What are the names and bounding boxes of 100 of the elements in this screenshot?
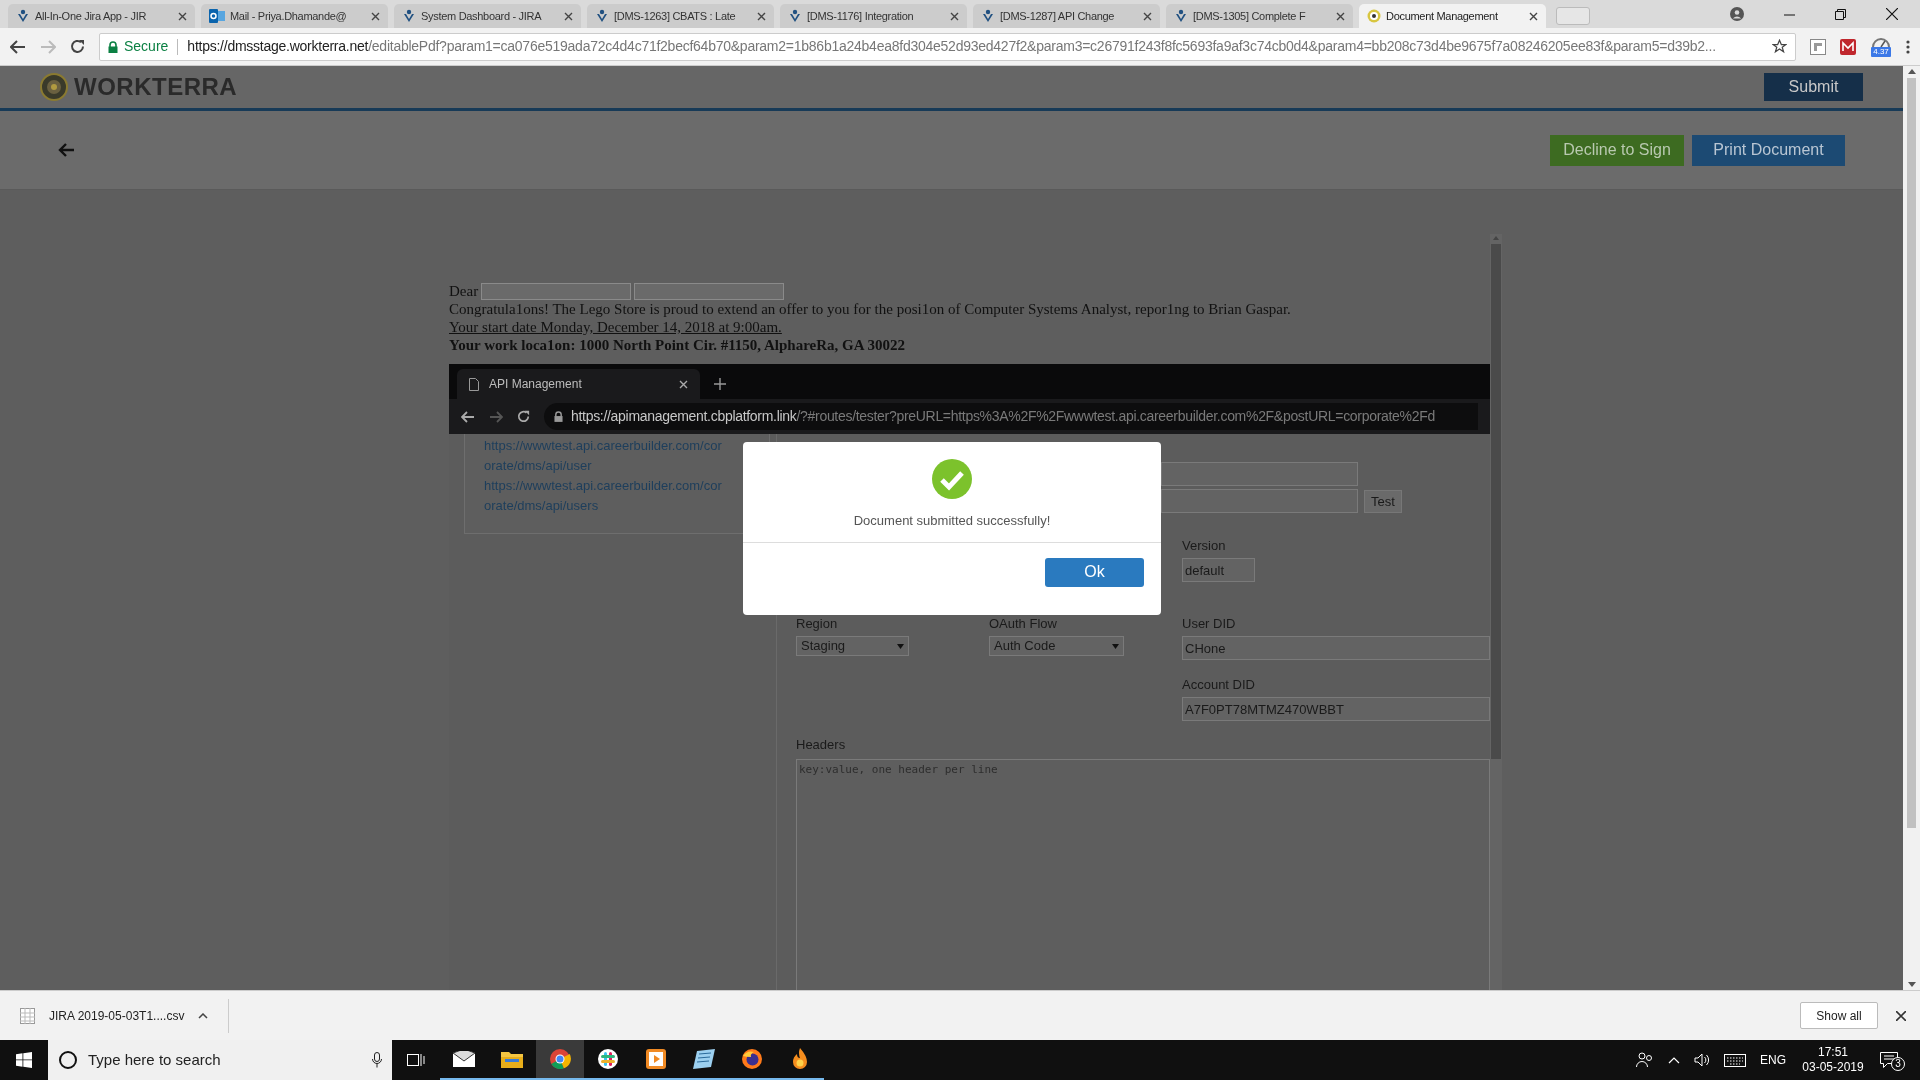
logo-emblem-icon	[40, 73, 68, 101]
search-icon	[58, 1050, 78, 1070]
scrollbar[interactable]	[1490, 234, 1502, 990]
offer-text: Congratula1ons! The Lego Store is proud to extend an offer to you for the posi1on of Computer Systems Analyst, repor1ng to Brian Gaspar.	[449, 300, 1292, 318]
browser-tab[interactable]: [DMS-1287] API Change	[973, 4, 1160, 28]
mail-app-icon	[209, 9, 225, 23]
close-icon[interactable]	[679, 379, 688, 389]
close-icon[interactable]	[371, 11, 380, 21]
plus-icon[interactable]	[714, 378, 726, 390]
close-icon[interactable]	[1886, 8, 1898, 20]
windows-start-icon[interactable]	[16, 1052, 32, 1068]
input-field[interactable]	[634, 282, 785, 300]
field-label: User DID	[1182, 615, 1237, 632]
address-bar[interactable]: https://apimanagement.cbplatform.link/?#routes/tester?preURL=https%3A%2F%2Fwwwtest.api.careerbuilder.com%2F&postURL=corporate%2Fd	[544, 403, 1478, 430]
start-date-text: Your start date Monday, December 14, 2018 at 9:00am.	[449, 319, 782, 335]
browser-tab[interactable]: [DMS-1176] Integration	[780, 4, 967, 28]
browser-tab[interactable]: [DMS-1263] CBATS : Late	[587, 4, 774, 28]
people-icon[interactable]	[1636, 1052, 1654, 1068]
browser-tab[interactable]: System Dashboard - JIRA	[394, 4, 581, 28]
ok-button[interactable]: Ok	[1045, 557, 1144, 587]
browser-tab[interactable]: Document Management	[1359, 4, 1546, 28]
scroll-down-icon[interactable]	[1907, 982, 1916, 987]
extension-badge: 4.37	[1871, 46, 1891, 57]
check-circle-icon	[932, 459, 972, 499]
field-label: Version	[1182, 537, 1227, 554]
field-label: Account DID	[1182, 676, 1256, 693]
dialog-message: Document submitted successfully!	[853, 512, 1051, 530]
keyboard-icon[interactable]	[1724, 1053, 1746, 1067]
greeting-text: Dear	[449, 282, 479, 300]
reload-icon[interactable]	[70, 39, 85, 54]
spreadsheet-file-icon	[20, 1007, 35, 1024]
gauge-icon[interactable]	[1872, 36, 1890, 47]
firefox-logo-icon	[741, 1048, 763, 1070]
url-text: https://apimanagement.cbplatform.link/?#routes/tester?preURL=https%3A%2F%2Fwwwtest.api.careerbuilder.com%2F&postURL=corporate%2Fd	[571, 407, 1435, 426]
jira-logo-icon	[16, 9, 30, 23]
caret-icon	[897, 643, 904, 649]
chrome-logo-icon	[549, 1048, 571, 1070]
microphone-icon[interactable]	[372, 1052, 382, 1068]
extension-icon[interactable]	[1810, 38, 1826, 55]
hash-logo-icon	[598, 1049, 618, 1069]
close-icon[interactable]	[1529, 11, 1538, 21]
target-logo-icon	[1367, 9, 1381, 23]
close-icon[interactable]	[757, 11, 766, 21]
print-document-button[interactable]: Print Document	[1692, 134, 1845, 166]
jira-logo-icon	[402, 9, 416, 23]
back-arrow-icon[interactable]	[461, 410, 475, 423]
caret-up-icon[interactable]	[198, 1012, 209, 1019]
jira-logo-icon	[1174, 9, 1188, 23]
caret-icon	[1112, 643, 1119, 649]
back-arrow-icon[interactable]	[58, 143, 75, 157]
reload-icon[interactable]	[517, 410, 530, 423]
close-icon[interactable]	[564, 11, 573, 21]
input-field[interactable]	[1161, 489, 1358, 513]
browser-tab[interactable]: [DMS-1305] Complete F	[1166, 4, 1353, 28]
field-label: Region	[796, 615, 839, 632]
submit-button[interactable]: Submit	[1764, 73, 1863, 101]
jira-logo-icon	[595, 9, 609, 23]
clock[interactable]: 17:51 03-05-2019	[1800, 1045, 1866, 1075]
field-label: Headers	[796, 736, 847, 753]
scrollbar[interactable]	[1903, 66, 1920, 990]
decline-to-sign-button[interactable]: Decline to Sign	[1550, 134, 1684, 166]
back-arrow-icon[interactable]	[10, 39, 26, 54]
volume-icon[interactable]	[1694, 1053, 1710, 1067]
notification-button[interactable]: 3	[1880, 1047, 1910, 1073]
chevron-up-icon[interactable]	[1668, 1056, 1680, 1064]
folder-icon	[501, 1050, 523, 1068]
star-icon[interactable]	[1772, 39, 1787, 54]
profile-icon[interactable]	[1730, 7, 1744, 21]
input-field[interactable]	[1161, 462, 1358, 486]
close-icon[interactable]	[178, 11, 187, 21]
secure-label: Secure	[124, 37, 169, 56]
browser-tab[interactable]: Mail - Priya.Dhamande@	[201, 4, 388, 28]
close-icon[interactable]	[1143, 11, 1152, 21]
flame-icon	[791, 1048, 809, 1070]
show-all-button[interactable]: Show all	[1800, 1002, 1878, 1029]
brand-logo: WORKTERRA	[74, 72, 238, 102]
url-text: https://dmsstage.workterra.net/editablePdf?param1=ca076e519ada72c4d4c71f2becf64b70&param2=1b86b1a24b4ea8fd304e52d93ed427f2&param3=c26791f243f8fc5693fa9af3c74cb0d4&param4=bb208c73d4be9675f7a08246205ee83f&param5=d39b2...	[187, 37, 1716, 56]
envelope-icon	[453, 1051, 475, 1067]
work-location-text: Your work loca1on: 1000 North Point Cir. #1150, AlphareRa, GA 30022	[449, 336, 906, 354]
play-icon	[646, 1049, 666, 1069]
browser-tab[interactable]: API Management	[457, 369, 700, 399]
task-view-icon[interactable]	[407, 1052, 425, 1068]
menu-icon[interactable]	[1906, 39, 1910, 54]
download-file-name[interactable]: JIRA 2019-05-03T1....csv	[49, 1006, 185, 1025]
scroll-up-icon[interactable]	[1907, 69, 1916, 74]
browser-tab[interactable]: All-In-One Jira App - JIR	[8, 4, 195, 28]
close-icon[interactable]	[1336, 11, 1345, 21]
shield-logo-icon[interactable]	[1840, 38, 1856, 55]
taskbar-search-field[interactable]: Type here to search	[48, 1040, 392, 1080]
lock-icon	[554, 411, 563, 422]
input-field[interactable]	[481, 282, 632, 300]
restore-icon[interactable]	[1835, 8, 1846, 20]
taskbar-app-button[interactable]	[536, 1040, 584, 1080]
field-label: OAuth Flow	[989, 615, 1058, 632]
close-icon[interactable]	[950, 11, 959, 21]
close-icon[interactable]	[1896, 1010, 1906, 1021]
notepad-icon	[693, 1049, 715, 1069]
language-indicator[interactable]: ENG	[1760, 1051, 1786, 1069]
address-bar[interactable]	[99, 32, 1796, 61]
page-icon	[469, 377, 479, 391]
